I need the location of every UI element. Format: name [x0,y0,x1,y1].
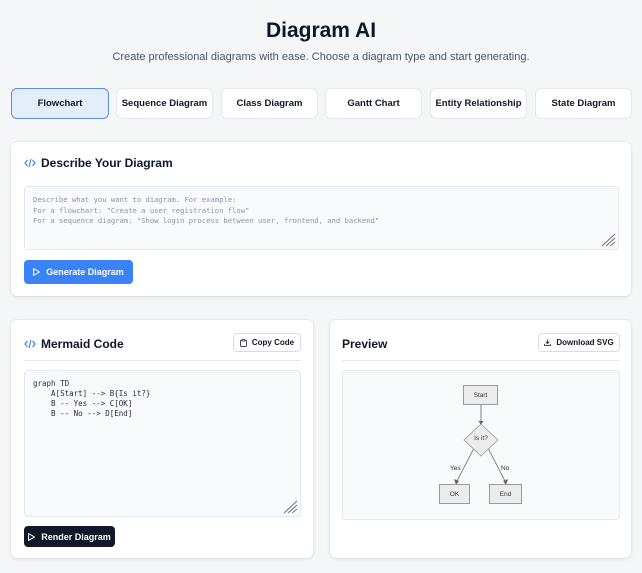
flow-node-end: End [489,484,522,504]
flow-node-decision-label: Is it? [474,435,488,442]
preview-card: Preview Download SVG Start Is it? Yes No… [330,320,631,558]
describe-placeholder: Describe what you want to diagram. For e… [33,195,380,225]
describe-textarea[interactable]: Describe what you want to diagram. For e… [24,186,619,250]
code-brackets-icon [24,339,36,349]
generate-diagram-label: Generate Diagram [46,267,124,277]
tab-entity-relationship[interactable]: Entity Relationship [430,88,527,119]
divider [342,360,620,361]
resize-grip-icon[interactable] [282,500,298,514]
render-diagram-button[interactable]: Render Diagram [24,526,115,547]
tab-flowchart[interactable]: Flowchart [11,88,109,119]
download-icon [544,339,552,346]
edge-label-no: No [501,465,510,472]
copy-code-label: Copy Code [251,338,295,347]
describe-card: Describe Your Diagram Describe what you … [11,142,631,296]
play-icon [33,268,41,276]
mermaid-code-text: graph TD A[Start] --> B{Is it?} B -- Yes… [33,379,151,418]
clipboard-icon [240,338,247,347]
play-icon [28,532,36,541]
mermaid-code-title: Mermaid Code [41,337,124,351]
download-svg-button[interactable]: Download SVG [538,333,620,352]
tab-gantt-chart[interactable]: Gantt Chart [325,88,422,119]
resize-grip-icon[interactable] [600,233,616,247]
tab-class-diagram[interactable]: Class Diagram [221,88,318,119]
download-svg-label: Download SVG [556,338,614,347]
tab-sequence-diagram[interactable]: Sequence Diagram [116,88,213,119]
code-brackets-icon [24,158,36,168]
copy-code-button[interactable]: Copy Code [233,333,301,352]
mermaid-code-editor[interactable]: graph TD A[Start] --> B{Is it?} B -- Yes… [24,370,301,517]
generate-diagram-button[interactable]: Generate Diagram [24,260,133,284]
diagram-preview: Start Is it? Yes No OK End [342,370,620,520]
edge-label-yes: Yes [450,465,461,472]
describe-title: Describe Your Diagram [41,156,173,170]
flow-node-ok: OK [439,484,470,504]
page-subtitle: Create professional diagrams with ease. … [112,51,530,63]
divider [24,360,301,361]
preview-title: Preview [342,337,388,351]
flow-node-start: Start [463,385,498,405]
tab-state-diagram[interactable]: State Diagram [535,88,632,119]
page-title: Diagram AI [265,19,377,42]
mermaid-code-card: Mermaid Code Copy Code graph TD A[Start]… [11,320,313,558]
render-diagram-label: Render Diagram [41,531,111,542]
